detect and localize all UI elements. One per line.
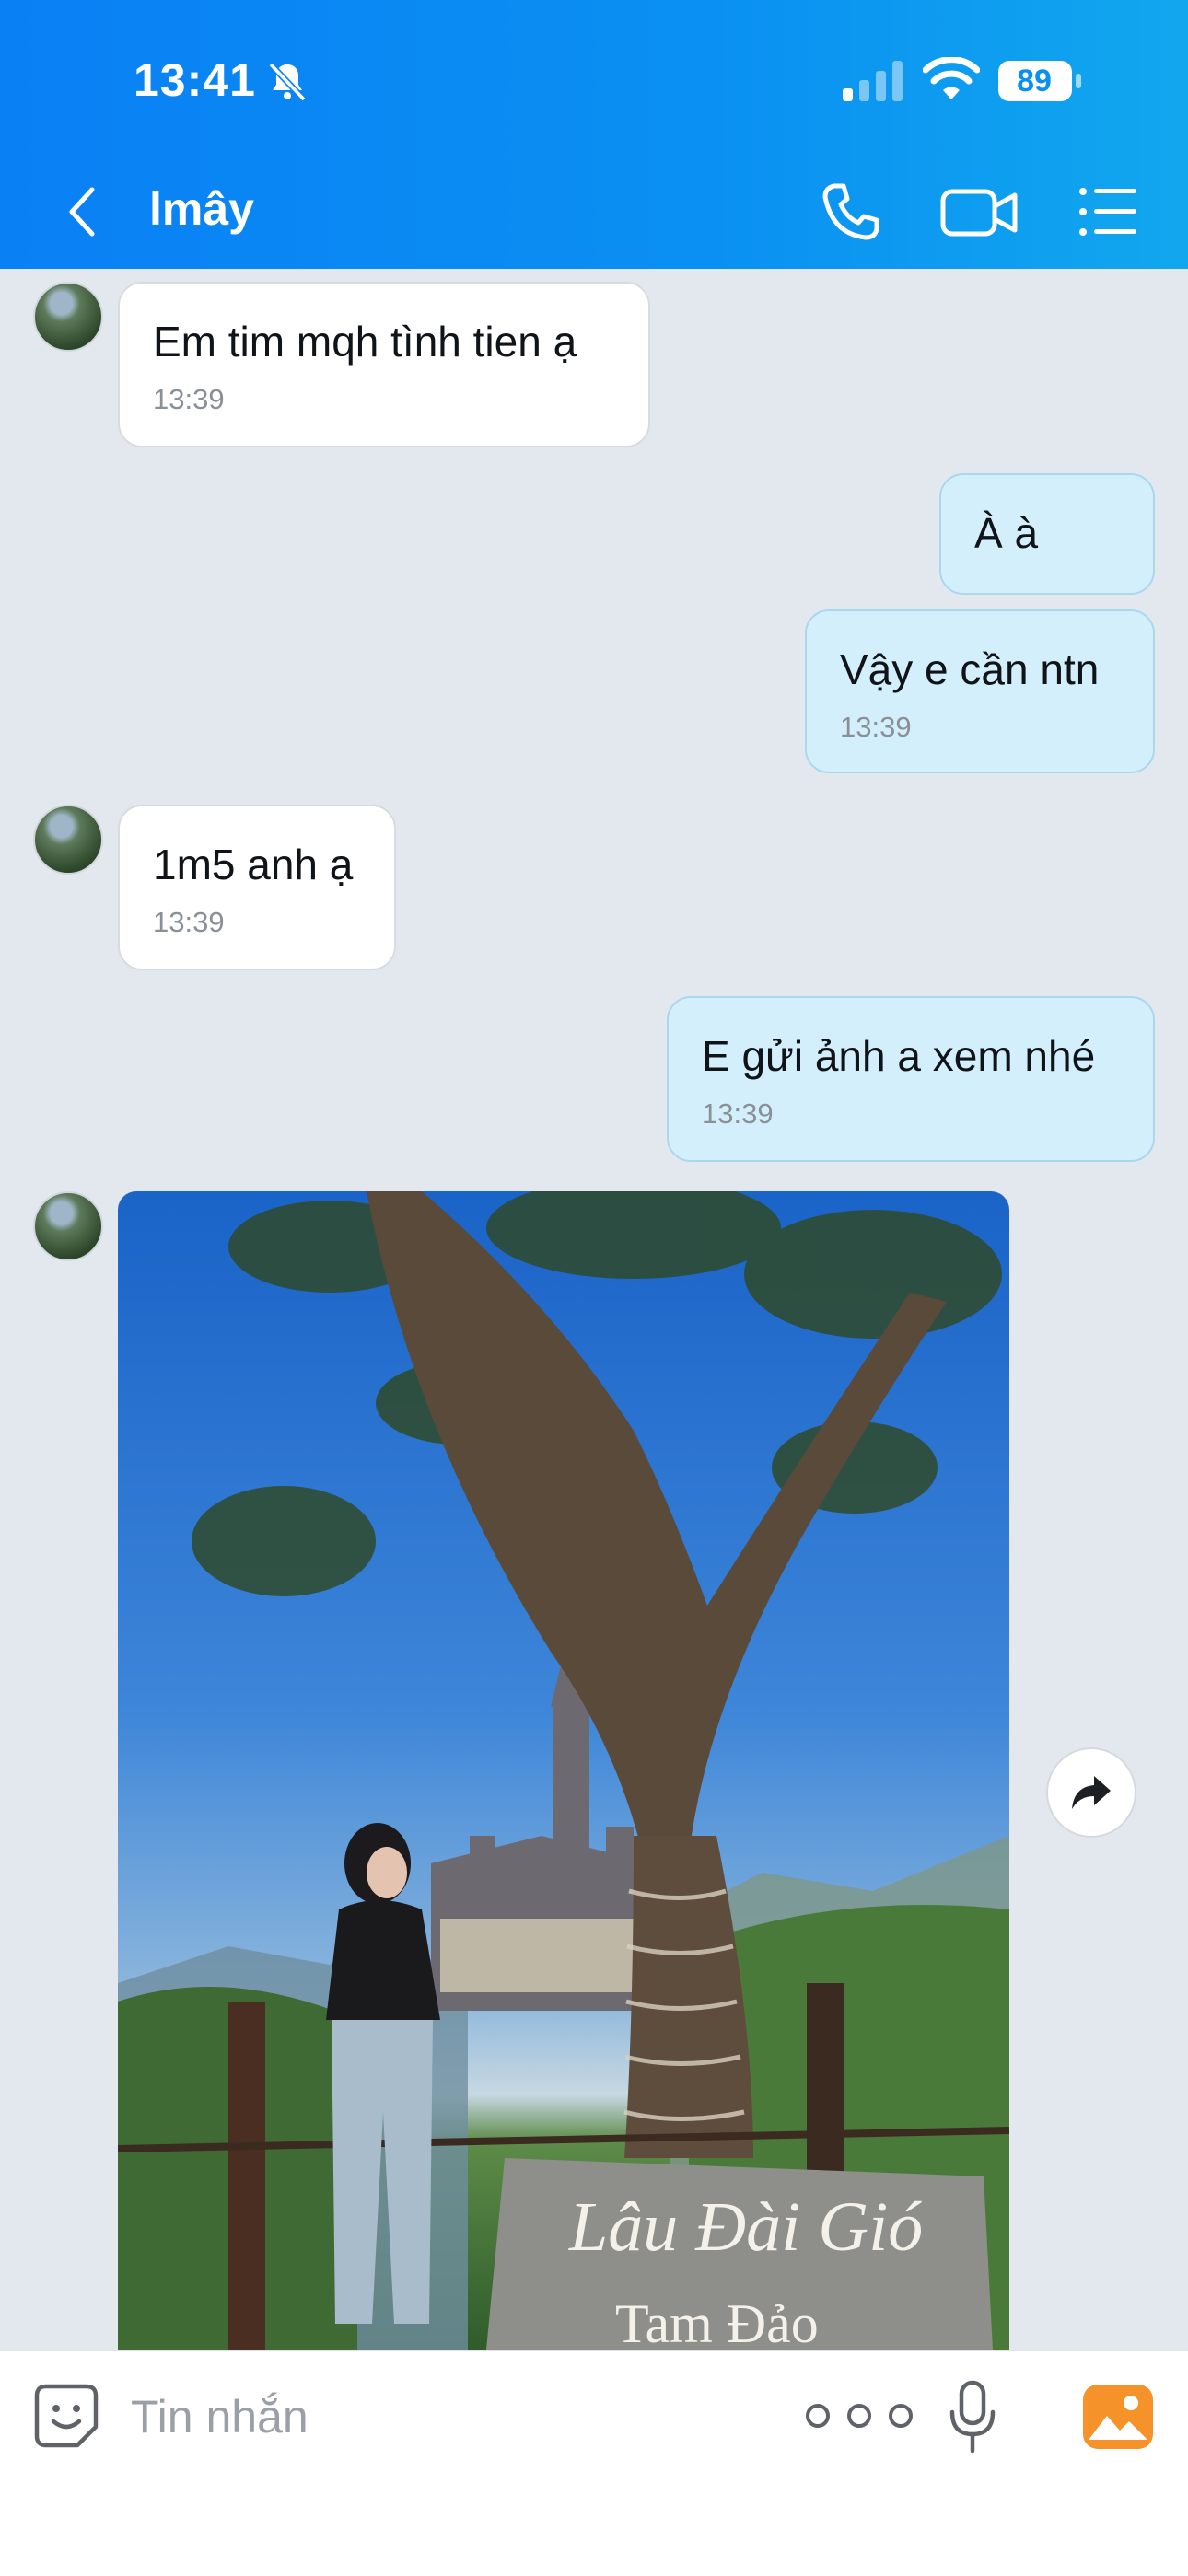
contact-avatar[interactable] [33, 282, 103, 352]
photo-message[interactable]: Lâu Đài Gió Tam Đảo [118, 1191, 1009, 2350]
message-time: 13:39 [153, 906, 225, 938]
message-bubble[interactable]: À à [939, 473, 1155, 595]
status-time: 13:41 [134, 54, 256, 106]
sign-line-1: Lâu Đài Gió [568, 2188, 923, 2266]
chat-header: 13:41 89 lmây [0, 0, 1188, 269]
chat-title[interactable]: lmây [149, 182, 254, 236]
message-time: 13:39 [153, 383, 225, 415]
message-text: E gửi ảnh a xem nhé [702, 1032, 1096, 1080]
battery-level: 89 [1017, 64, 1052, 99]
message-text: Em tim mqh tình tien ạ [153, 318, 577, 366]
message-bubble[interactable]: 1m5 anh ạ 13:39 [118, 805, 396, 970]
back-button[interactable] [53, 175, 109, 249]
message-bubble[interactable]: Em tim mqh tình tien ạ 13:39 [118, 282, 650, 447]
message-bubble[interactable]: E gửi ảnh a xem nhé 13:39 [667, 996, 1155, 1162]
message-text: Vậy e cần ntn [840, 645, 1100, 693]
message-time: 13:39 [702, 1097, 774, 1130]
message-text: À à [974, 509, 1039, 557]
more-dots-icon[interactable] [798, 2388, 921, 2443]
message-text: 1m5 anh ạ [153, 841, 354, 888]
list-icon[interactable] [1070, 175, 1144, 249]
sticker-icon[interactable] [33, 2383, 99, 2449]
contact-avatar[interactable] [33, 805, 103, 875]
chevron-left-icon [69, 187, 95, 237]
wifi-icon [923, 57, 980, 99]
message-time: 13:39 [840, 711, 912, 743]
photo-image: Lâu Đài Gió Tam Đảo [118, 1191, 1009, 2350]
message-composer [0, 2350, 1188, 2576]
phone-icon[interactable] [814, 175, 888, 249]
signal-icon [843, 61, 903, 101]
message-input[interactable] [129, 2379, 731, 2454]
forward-button[interactable] [1046, 1747, 1136, 1838]
gallery-icon[interactable] [1083, 2385, 1153, 2449]
share-arrow-icon [1072, 1776, 1111, 1809]
sign-line-2: Tam Đảo [615, 2293, 819, 2350]
video-camera-icon[interactable] [938, 175, 1020, 249]
contact-avatar[interactable] [33, 1191, 103, 1261]
message-bubble[interactable]: Vậy e cần ntn 13:39 [805, 609, 1155, 773]
microphone-icon[interactable] [949, 2379, 996, 2454]
bell-off-icon [268, 62, 307, 102]
